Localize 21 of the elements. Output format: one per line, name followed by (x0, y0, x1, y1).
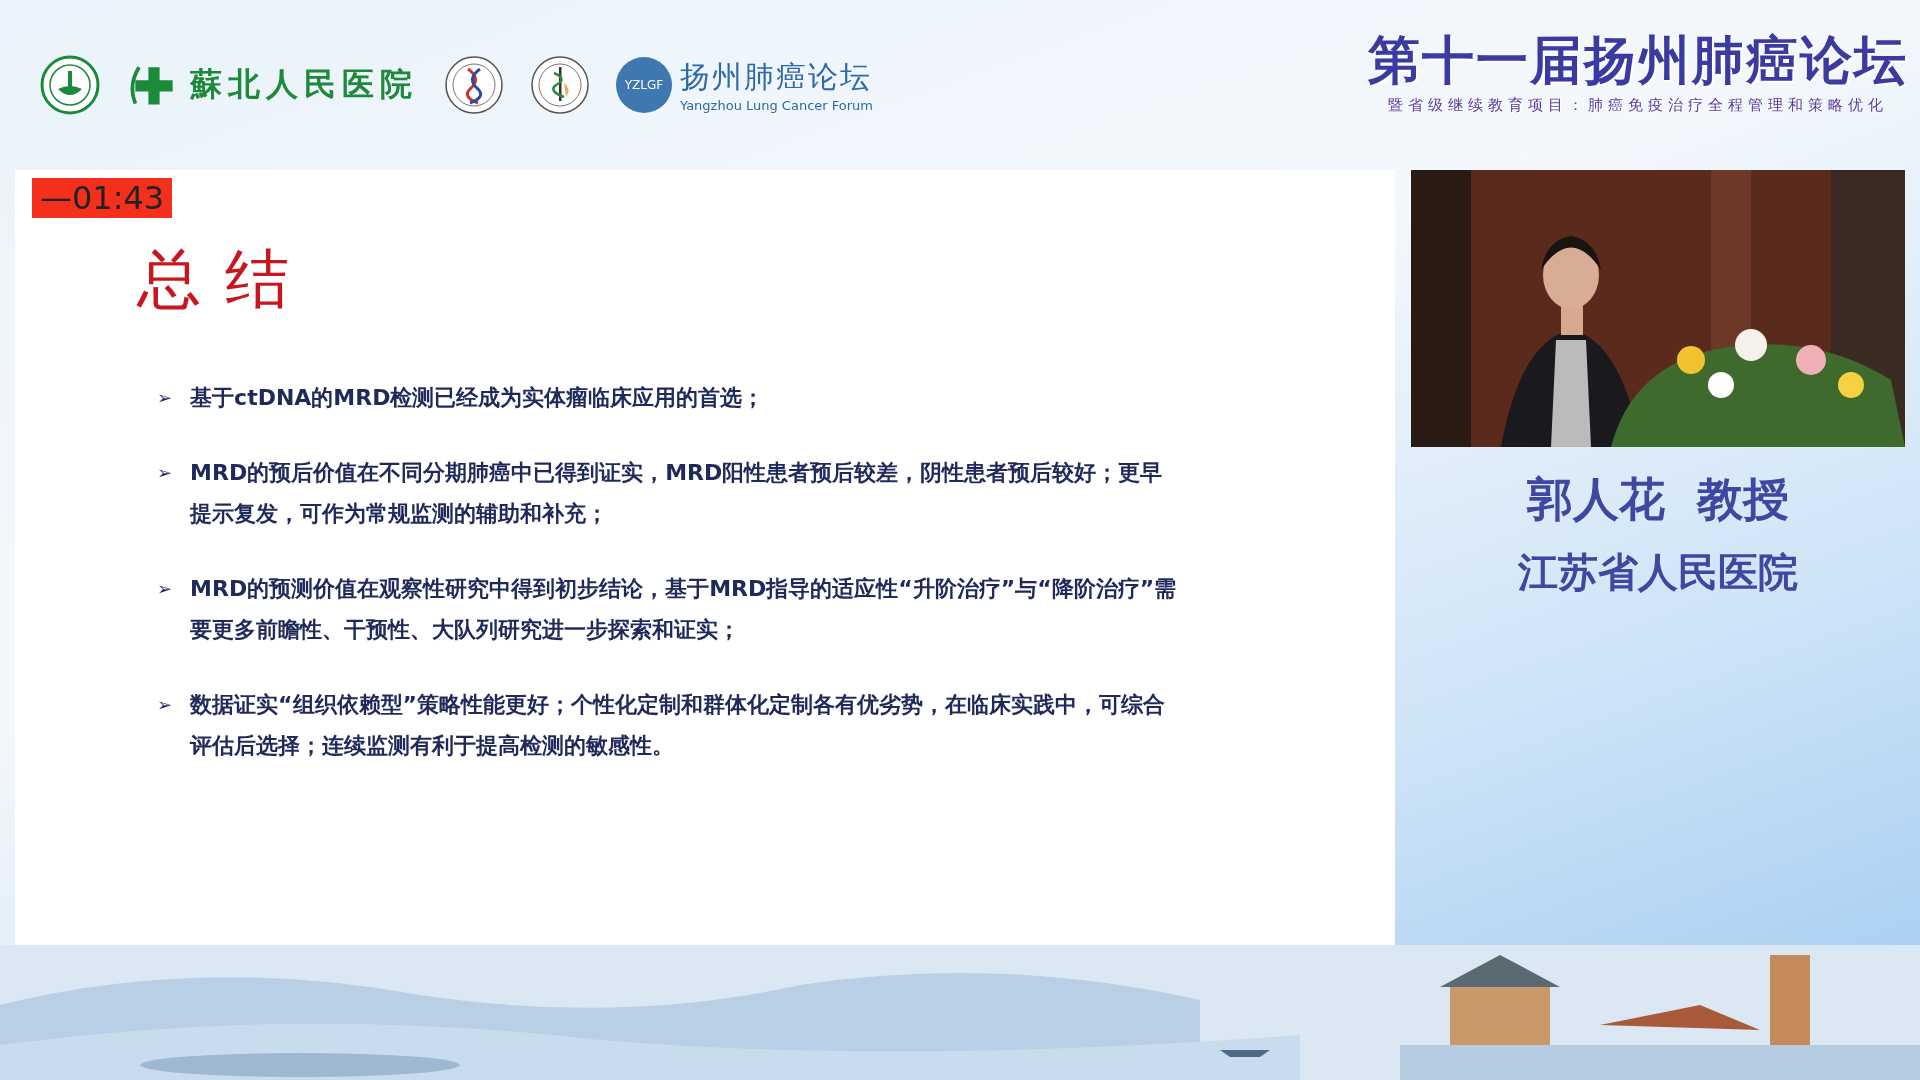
bullet-text: 数据证实“组织依赖型”策略性能更好；个性化定制和群体化定制各有优劣势，在临床实践中，可综合评估后选择；连续监测有利于提高检测的敏感性。 (190, 691, 1166, 760)
event-subtitle: 暨省级继续教育项目：肺癌免疫治疗全程管理和策略优化 (1388, 95, 1888, 115)
slide-title: 总结 (137, 241, 314, 318)
dna-emblem-icon (444, 55, 504, 115)
bullet-text: MRD的预后价值在不同分期肺癌中已得到证实，MRD阳性患者预后较差，阴性患者预后较好；更早提示复发，可作为常规监测的辅助和补充； (190, 459, 1164, 528)
forum-badge: YZLGF (616, 57, 672, 113)
bullet-text: MRD的预测价值在观察性研究中得到初步结论，基于MRD指导的适应性“升阶治疗”与“降阶治疗”需要更多前瞻性、干预性、大队列研究进一步探索和证实； (190, 575, 1177, 644)
bullet-marker: ➢ (157, 461, 173, 485)
bullet-marker: ➢ (157, 386, 173, 410)
bullet-marker: ➢ (157, 693, 173, 717)
forum-logo-subtitle: Yangzhou Lung Cancer Forum (680, 98, 873, 113)
bullet-text: 基于ctDNA的MRD检测已经成为实体瘤临床应用的首选； (190, 384, 765, 412)
speaker-name: 郭人花 教授 (1527, 471, 1789, 528)
emblem-icon (40, 55, 100, 115)
caduceus-emblem-icon (530, 55, 590, 115)
speaker-affiliation: 江苏省人民医院 (1518, 548, 1798, 597)
countdown-timer: —01:43 (32, 178, 173, 218)
hospital-logo-text: 蘇北人民医院 (190, 64, 418, 105)
forum-logo-title: 扬州肺癌论坛 (680, 58, 873, 96)
bullet-marker: ➢ (157, 577, 173, 601)
event-title: 第十一届扬州肺癌论坛 (1368, 28, 1908, 92)
